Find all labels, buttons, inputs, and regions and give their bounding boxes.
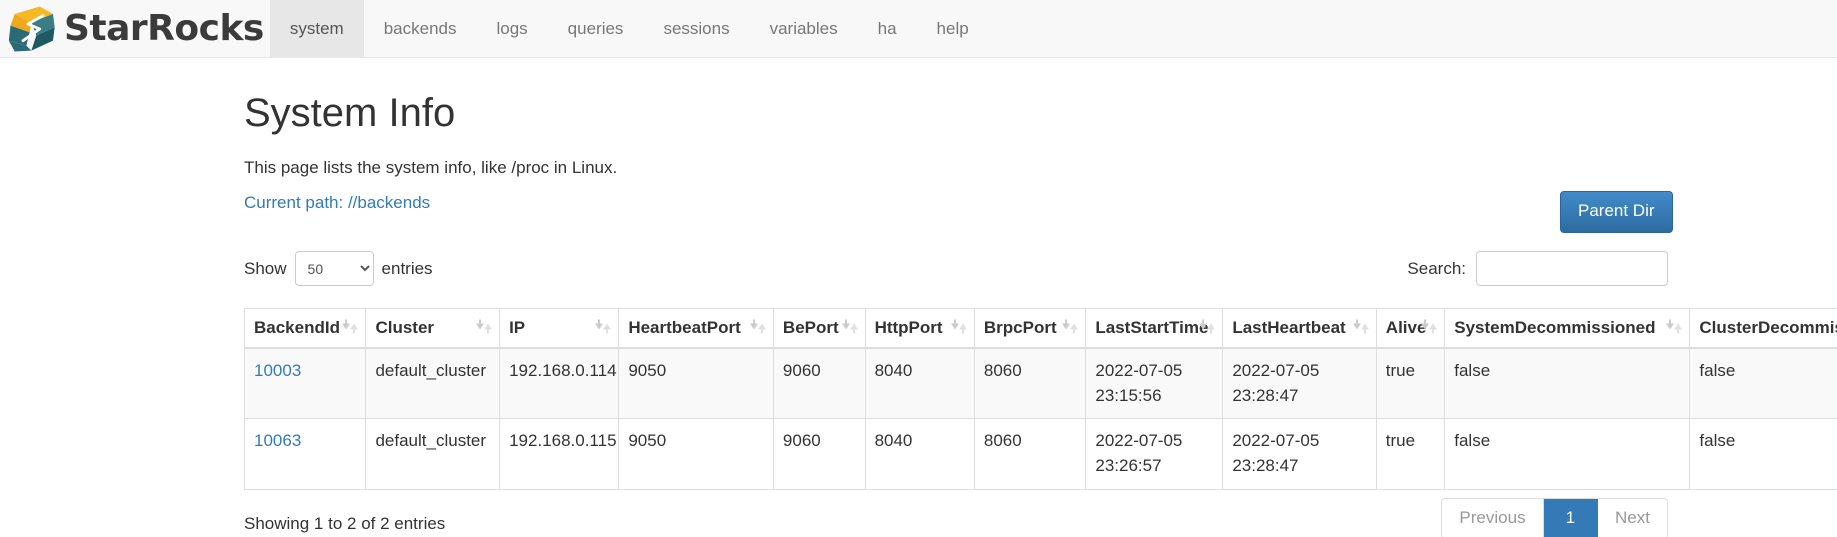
column-header-lastheartbeat[interactable]: LastHeartbeat (1222, 308, 1377, 349)
datatable-container: Show 10 25 50 100 entries Search: Backen… (243, 251, 1837, 537)
cell-heartbeatport: 9050 (618, 347, 774, 420)
brand-home-link[interactable]: StarRocks (0, 0, 264, 57)
top-navbar: StarRocks system backends logs queries s… (0, 0, 1837, 58)
column-label: BePort (782, 318, 839, 337)
sort-toggle-icon[interactable] (1062, 319, 1079, 337)
brand-name: StarRocks (64, 7, 264, 49)
datatable-footer: Showing 1 to 2 of 2 entries Previous 1 N… (244, 497, 1837, 537)
column-header-backendid[interactable]: BackendId (243, 308, 367, 349)
entries-per-page-select[interactable]: 10 25 50 100 (294, 251, 374, 286)
cell-alive: true (1375, 418, 1446, 490)
search-input[interactable] (1476, 251, 1668, 286)
tab-backends[interactable]: backends (364, 0, 477, 57)
tab-sessions[interactable]: sessions (643, 0, 749, 57)
cell-lastheartbeat: 2022-07-05 23:28:47 (1222, 418, 1377, 490)
column-label: BrpcPort (983, 318, 1057, 337)
pagination-previous-button[interactable]: Previous (1442, 498, 1544, 537)
tab-variables[interactable]: variables (750, 0, 858, 57)
cell-cluster: default_cluster (365, 418, 501, 490)
column-header-brpcport[interactable]: BrpcPort (973, 308, 1087, 349)
tab-logs[interactable]: logs (476, 0, 547, 57)
main-content: System Info This page lists the system i… (0, 91, 1837, 537)
parent-dir-button[interactable]: Parent Dir (1560, 191, 1673, 233)
sort-toggle-icon[interactable] (1421, 319, 1438, 337)
column-label: HeartbeatPort (628, 318, 741, 337)
pagination-next-button[interactable]: Next (1598, 498, 1667, 537)
table-row: 10003 default_cluster 192.168.0.114 9050… (243, 347, 1837, 420)
entries-label: entries (381, 258, 433, 278)
sort-toggle-icon[interactable] (476, 319, 493, 337)
cell-clusterdecommissioned: false (1689, 418, 1837, 490)
cell-ip: 192.168.0.114 (499, 347, 620, 420)
cell-lastheartbeat: 2022-07-05 23:28:47 (1222, 347, 1377, 420)
page-description: This page lists the system info, like /p… (244, 158, 618, 177)
cell-laststarttime: 2022-07-05 23:26:57 (1085, 418, 1224, 490)
search-label: Search: (1407, 258, 1466, 278)
pagination-page-1-button[interactable]: 1 (1543, 498, 1599, 537)
cell-cluster: default_cluster (365, 347, 501, 420)
table-row: 10063 default_cluster 192.168.0.115 9050… (243, 418, 1837, 490)
sort-toggle-icon[interactable] (595, 319, 612, 337)
column-label: IP (509, 318, 526, 337)
column-label: SystemDecommissioned (1454, 318, 1656, 337)
cell-ip: 192.168.0.115 (499, 418, 620, 490)
table-header-row: BackendId Cluster IP HeartbeatPort BePor… (243, 308, 1837, 349)
tab-help[interactable]: help (917, 0, 989, 57)
column-header-ip[interactable]: IP (499, 308, 620, 349)
cell-systemdecommissioned: false (1444, 347, 1691, 420)
column-label: BackendId (254, 318, 340, 337)
sort-toggle-icon[interactable] (1352, 319, 1369, 337)
cell-brpcport: 8060 (973, 347, 1087, 420)
backends-table: BackendId Cluster IP HeartbeatPort BePor… (243, 308, 1837, 490)
cell-alive: true (1375, 347, 1446, 420)
sort-toggle-icon[interactable] (342, 319, 359, 337)
column-header-laststarttime[interactable]: LastStartTime (1085, 308, 1224, 349)
column-header-beport[interactable]: BePort (772, 308, 866, 349)
column-header-alive[interactable]: Alive (1375, 308, 1446, 349)
cell-beport: 9060 (772, 347, 866, 420)
column-header-cluster[interactable]: Cluster (365, 308, 501, 349)
column-label: Cluster (375, 318, 435, 337)
pagination: Previous 1 Next (1441, 497, 1668, 537)
page-title: System Info (244, 91, 456, 135)
column-header-heartbeatport[interactable]: HeartbeatPort (618, 308, 774, 349)
column-header-systemdecommissioned[interactable]: SystemDecommissioned (1444, 308, 1691, 349)
backend-detail-link[interactable]: 10063 (254, 431, 301, 450)
tab-queries[interactable]: queries (548, 0, 644, 57)
cell-laststarttime: 2022-07-05 23:15:56 (1085, 347, 1224, 420)
column-label: HttpPort (874, 318, 943, 337)
sort-toggle-icon[interactable] (841, 319, 858, 337)
column-header-httpport[interactable]: HttpPort (864, 308, 975, 349)
cell-clusterdecommissioned: false (1689, 347, 1837, 420)
search-filter-control: Search: (1407, 251, 1668, 286)
sort-toggle-icon[interactable] (1666, 319, 1683, 337)
cell-beport: 9060 (772, 418, 866, 490)
cell-backendid: 10063 (243, 418, 367, 490)
column-label: ClusterDecommissioned (1699, 318, 1837, 337)
cell-httpport: 8040 (864, 418, 975, 490)
sort-toggle-icon[interactable] (749, 319, 766, 337)
cell-brpcport: 8060 (973, 418, 1087, 490)
cell-heartbeatport: 9050 (618, 418, 774, 490)
column-header-clusterdecommissioned[interactable]: ClusterDecommissioned (1689, 308, 1837, 349)
sort-toggle-icon[interactable] (1199, 319, 1216, 337)
current-path-link[interactable]: Current path: //backends (244, 193, 430, 213)
backend-detail-link[interactable]: 10003 (254, 361, 301, 380)
cell-systemdecommissioned: false (1444, 418, 1691, 490)
tab-ha[interactable]: ha (858, 0, 917, 57)
column-label: LastHeartbeat (1232, 318, 1346, 337)
starrocks-cube-logo-icon (6, 4, 60, 54)
show-label: Show (244, 258, 287, 278)
tab-system[interactable]: system (269, 0, 364, 57)
cell-backendid: 10003 (243, 347, 367, 420)
nav-tabs: system backends logs queries sessions va… (269, 0, 989, 57)
column-label: LastStartTime (1095, 318, 1209, 337)
sort-toggle-icon[interactable] (950, 319, 967, 337)
cell-httpport: 8040 (864, 347, 975, 420)
